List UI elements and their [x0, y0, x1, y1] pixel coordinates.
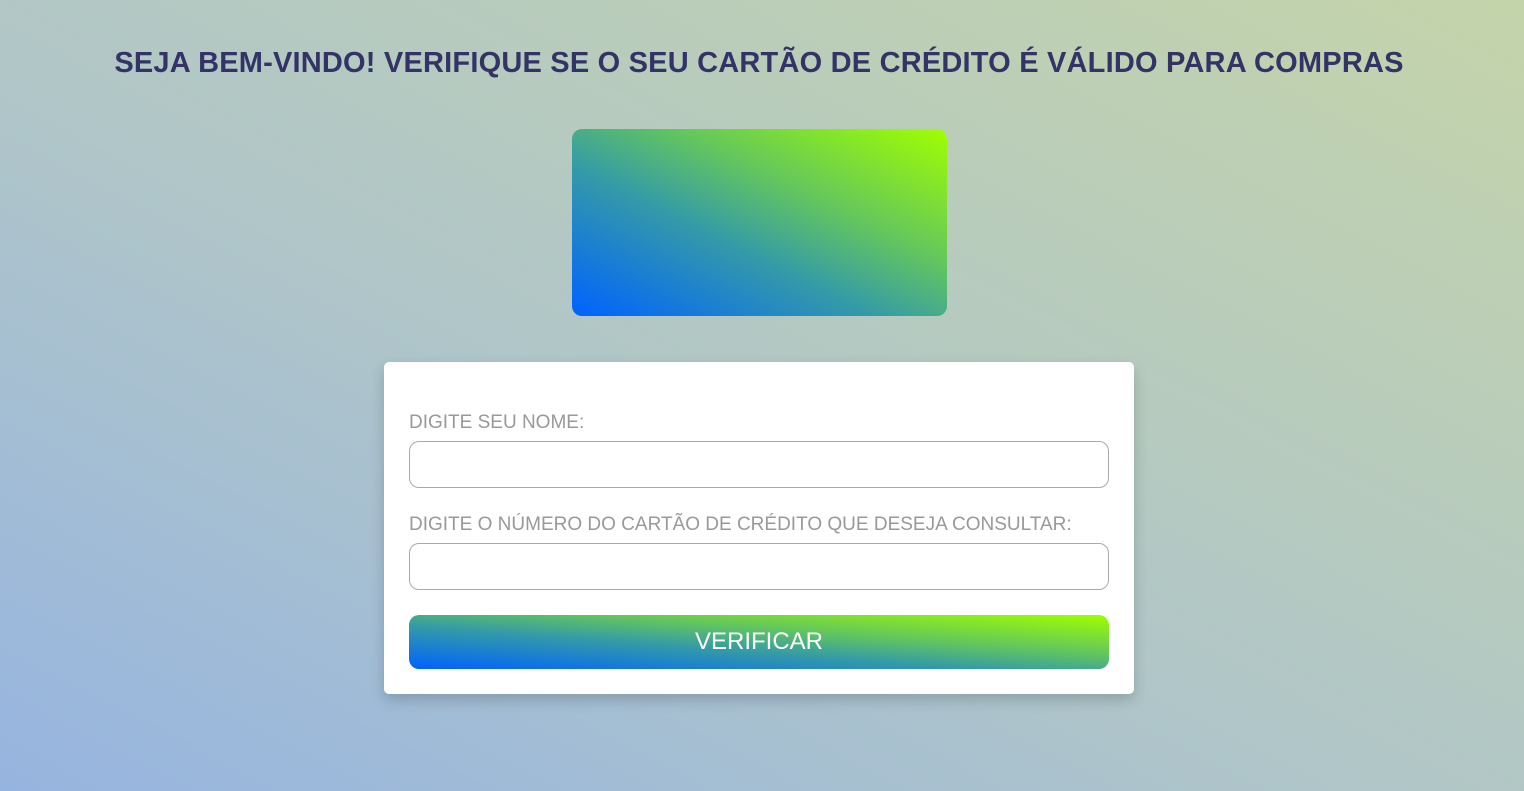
page-title: SEJA BEM-VINDO! VERIFIQUE SE O SEU CARTÃ…: [114, 47, 1404, 79]
name-input[interactable]: [409, 441, 1109, 488]
verification-form: DIGITE SEU NOME: DIGITE O NÚMERO DO CART…: [384, 362, 1134, 694]
verify-button[interactable]: VERIFICAR: [409, 615, 1109, 669]
credit-card-preview: [572, 129, 947, 316]
card-number-input[interactable]: [409, 543, 1109, 590]
name-label: DIGITE SEU NOME:: [409, 412, 585, 433]
card-number-label: DIGITE O NÚMERO DO CARTÃO DE CRÉDITO QUE…: [409, 514, 1072, 535]
